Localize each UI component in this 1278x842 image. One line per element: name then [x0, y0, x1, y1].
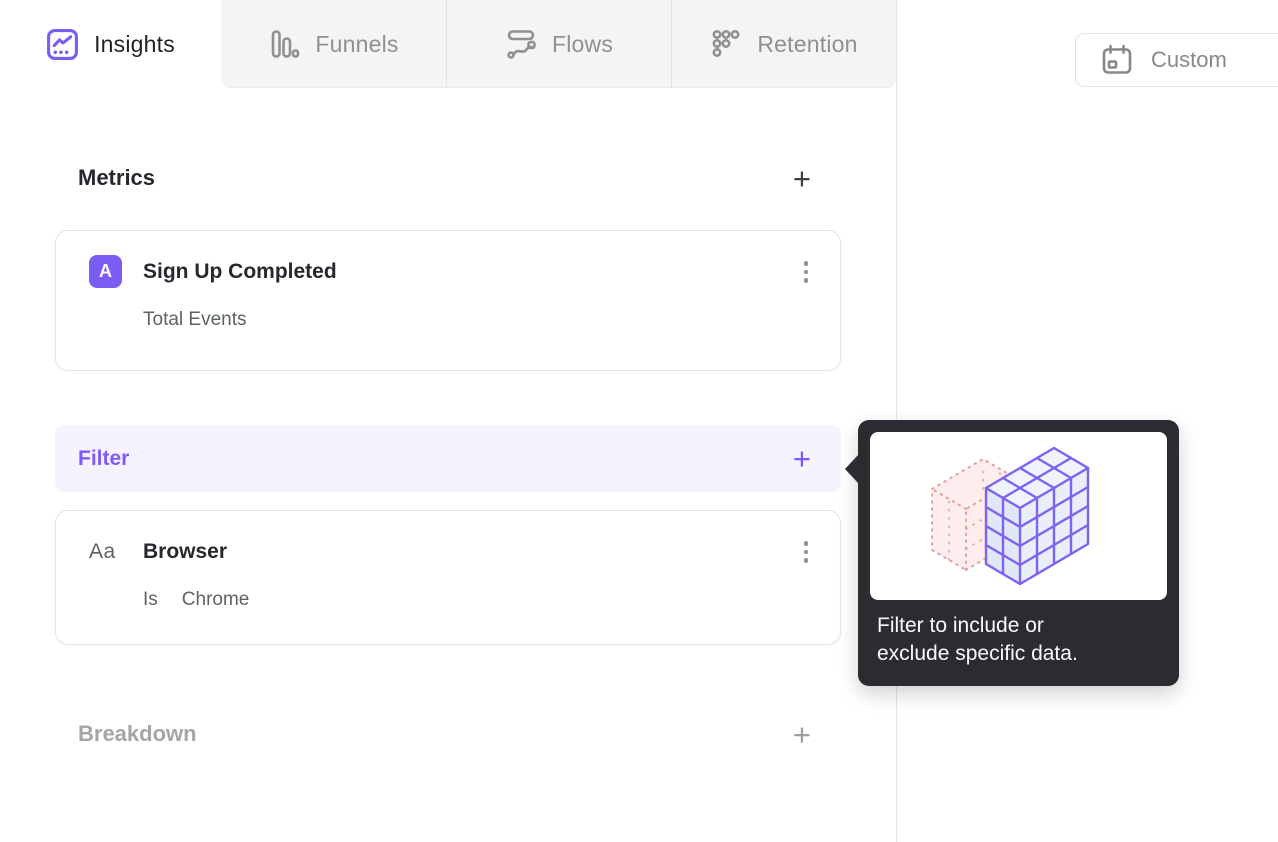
metric-kebab-menu-icon[interactable]: [800, 255, 813, 289]
date-range-button[interactable]: Custom: [1075, 33, 1278, 87]
string-property-icon: Aa: [89, 539, 116, 563]
add-filter-button[interactable]: +: [793, 443, 811, 474]
tab-insights[interactable]: Insights: [0, 0, 221, 88]
tooltip-line-2: exclude specific data.: [877, 642, 1078, 665]
tooltip-line-1: Filter to include or: [877, 614, 1044, 637]
breakdown-title: Breakdown: [78, 721, 197, 746]
tab-insights-label: Insights: [94, 30, 175, 57]
dot-grid-icon: [710, 28, 742, 60]
filter-section-header: Filter +: [55, 425, 841, 492]
breakdown-section-header: Breakdown +: [55, 708, 841, 760]
insights-builder-screen: Insights Funnels Flows Retention Metrics…: [0, 0, 1278, 842]
tab-funnels[interactable]: Funnels: [221, 0, 446, 88]
line-chart-icon: [46, 28, 79, 61]
cube-illustration: [870, 432, 1167, 600]
metrics-section-header: Metrics +: [55, 152, 841, 204]
tab-retention[interactable]: Retention: [671, 0, 896, 88]
metric-card-header: A Sign Up Completed: [56, 231, 840, 289]
filter-help-tooltip: Filter to include or exclude specific da…: [845, 420, 1179, 686]
tab-funnels-label: Funnels: [315, 30, 399, 57]
report-tabbar: Insights Funnels Flows Retention: [0, 0, 897, 88]
flow-wave-icon: [505, 28, 537, 60]
tab-retention-label: Retention: [757, 30, 858, 57]
metric-card[interactable]: A Sign Up Completed Total Events: [55, 230, 841, 371]
filter-title: Filter: [78, 446, 130, 470]
add-breakdown-button[interactable]: +: [793, 719, 811, 750]
filter-card[interactable]: Aa Browser Is Chrome: [55, 510, 841, 645]
query-builder-pane: Insights Funnels Flows Retention Metrics…: [0, 0, 897, 842]
add-metric-button[interactable]: +: [793, 163, 811, 194]
filter-value: Chrome: [181, 588, 250, 610]
filter-operator: Is: [143, 588, 158, 610]
metric-aggregation[interactable]: Total Events: [56, 289, 840, 357]
filter-card-header: Aa Browser: [56, 511, 840, 569]
metric-event-name: Sign Up Completed: [143, 259, 337, 283]
tab-flows[interactable]: Flows: [446, 0, 671, 88]
tooltip-arrow: [845, 454, 859, 484]
tooltip-caption: Filter to include or exclude specific da…: [877, 612, 1162, 668]
metric-letter-badge: A: [89, 255, 122, 289]
funnel-bars-icon: [268, 28, 300, 60]
filter-condition[interactable]: Is Chrome: [56, 569, 840, 637]
metrics-title: Metrics: [78, 165, 156, 190]
filter-property-name: Browser: [143, 539, 228, 563]
calendar-icon: [1100, 43, 1134, 77]
inactive-tab-group: Funnels Flows Retention: [221, 0, 896, 88]
filter-kebab-menu-icon[interactable]: [800, 535, 813, 569]
metric-aggregation-label: Total Events: [143, 308, 247, 330]
tab-flows-label: Flows: [551, 30, 614, 57]
date-range-label: Custom: [1151, 47, 1227, 72]
